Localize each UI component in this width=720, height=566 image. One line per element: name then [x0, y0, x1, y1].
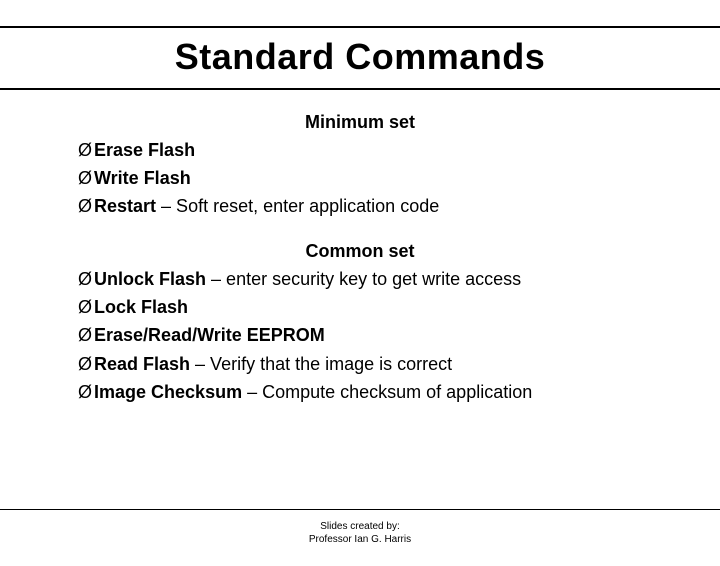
command-name: Erase Flash: [94, 140, 195, 160]
command-name: Erase/Read/Write EEPROM: [94, 325, 325, 345]
bullet-icon: Ø: [78, 325, 92, 345]
command-name: Write Flash: [94, 168, 191, 188]
command-name: Read Flash: [94, 354, 190, 374]
footer: Slides created by: Professor Ian G. Harr…: [0, 509, 720, 546]
list-item: ØUnlock Flash – enter security key to ge…: [78, 266, 642, 292]
bullet-icon: Ø: [78, 269, 92, 289]
list-item: ØErase/Read/Write EEPROM: [78, 322, 642, 348]
command-desc: – Verify that the image is correct: [190, 354, 452, 374]
list-item: ØRestart – Soft reset, enter application…: [78, 193, 642, 219]
bullet-icon: Ø: [78, 168, 92, 188]
bullet-icon: Ø: [78, 196, 92, 216]
bullet-icon: Ø: [78, 354, 92, 374]
command-name: Restart: [94, 196, 156, 216]
command-name: Lock Flash: [94, 297, 188, 317]
list-item: ØErase Flash: [78, 137, 642, 163]
section-heading-common: Common set: [78, 241, 642, 262]
command-desc: – Compute checksum of application: [242, 382, 532, 402]
list-item: ØImage Checksum – Compute checksum of ap…: [78, 379, 642, 405]
bullet-icon: Ø: [78, 382, 92, 402]
section-heading-minimum: Minimum set: [78, 112, 642, 133]
command-name: Unlock Flash: [94, 269, 206, 289]
bullet-icon: Ø: [78, 297, 92, 317]
list-item: ØLock Flash: [78, 294, 642, 320]
slide-content: Minimum set ØErase Flash ØWrite Flash ØR…: [0, 90, 720, 405]
command-name: Image Checksum: [94, 382, 242, 402]
bullet-icon: Ø: [78, 140, 92, 160]
command-desc: – Soft reset, enter application code: [156, 196, 439, 216]
title-band: Standard Commands: [0, 26, 720, 90]
footer-line1: Slides created by:: [0, 520, 720, 533]
list-item: ØRead Flash – Verify that the image is c…: [78, 351, 642, 377]
list-item: ØWrite Flash: [78, 165, 642, 191]
command-desc: – enter security key to get write access: [206, 269, 521, 289]
slide-title: Standard Commands: [0, 36, 720, 78]
